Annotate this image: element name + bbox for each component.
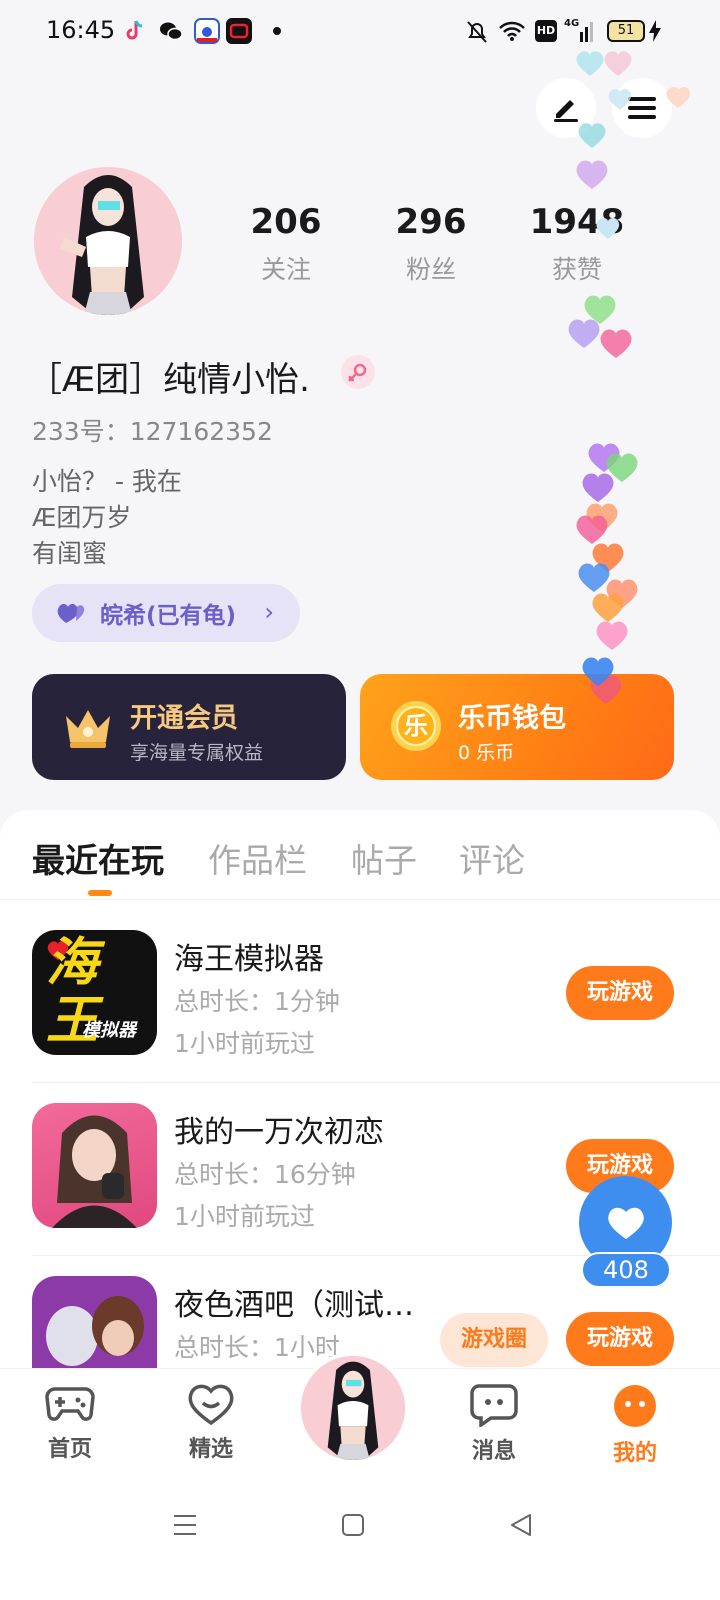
tiktok-icon xyxy=(122,18,148,44)
tab-posts[interactable]: 帖子 xyxy=(351,834,417,882)
stat-label: 关注 xyxy=(260,255,311,284)
nav-home[interactable]: 首页 xyxy=(20,1383,120,1463)
profile-tabs: 最近在玩 作品栏 帖子 评论 xyxy=(0,810,720,900)
game-row[interactable]: 海王 模拟器 海王模拟器 总时长：1分钟 1小时前玩过 玩游戏 xyxy=(0,910,720,1083)
game-duration: 总时长：1小时 xyxy=(174,1333,340,1362)
stat-label: 获赞 xyxy=(551,255,602,284)
message-icon xyxy=(470,1384,518,1429)
stat-followers[interactable]: 296 粉丝 xyxy=(376,202,486,286)
vip-subtitle: 享海量专属权益 xyxy=(130,742,264,764)
double-heart-icon xyxy=(57,603,85,623)
chevron-right-icon: › xyxy=(264,598,274,626)
profile-avatar[interactable] xyxy=(34,167,182,315)
gamepad-icon xyxy=(45,1387,95,1421)
vip-title: 开通会员 xyxy=(130,703,238,734)
anime-woman-illustration xyxy=(52,1115,137,1228)
tab-indicator xyxy=(88,890,112,896)
network-type: 4G xyxy=(564,18,580,29)
profile-uid: 233号：127162352 xyxy=(32,417,273,446)
nav-me[interactable]: 我的 xyxy=(585,1383,685,1467)
heart-icon xyxy=(607,1207,644,1239)
nav-label: 首页 xyxy=(47,1437,92,1462)
game-title: 夜色酒吧（测试… xyxy=(174,1288,414,1323)
status-time: 16:45 xyxy=(46,16,116,44)
vip-membership-card[interactable]: 开通会员 享海量专属权益 xyxy=(32,674,346,780)
wechat-icon xyxy=(158,18,184,44)
game-icon-first-love xyxy=(32,1103,157,1228)
bio-line: 小怡？ - 我在 xyxy=(32,467,182,496)
nav-label: 我的 xyxy=(612,1441,657,1466)
game-title: 我的一万次初恋 xyxy=(174,1115,384,1150)
hd-icon: HD xyxy=(535,20,557,42)
game-icon-subtext: 模拟器 xyxy=(82,1020,136,1041)
floating-heart-decoration xyxy=(576,160,620,239)
game-title: 海王模拟器 xyxy=(174,942,324,977)
play-game-button[interactable]: 玩游戏 xyxy=(566,966,674,1020)
video-app-icon xyxy=(226,18,252,44)
tab-works[interactable]: 作品栏 xyxy=(208,834,307,882)
coin-char: 乐 xyxy=(404,712,428,740)
cp-chip-label: 皖希(已有龟) xyxy=(100,603,237,629)
nav-center-avatar[interactable] xyxy=(297,1352,409,1464)
nav-label: 消息 xyxy=(471,1439,516,1464)
nav-label: 精选 xyxy=(188,1437,233,1462)
home-square-icon[interactable] xyxy=(341,1512,365,1538)
bio-line: Æ团万岁 xyxy=(32,503,132,532)
anime-girl-avatar-illustration xyxy=(301,1356,405,1460)
game-duration: 总时长：16分钟 xyxy=(174,1160,356,1189)
system-navigation-bar xyxy=(0,1480,720,1600)
stat-value: 206 xyxy=(250,202,322,242)
stat-label: 粉丝 xyxy=(405,255,456,284)
game-duration: 总时长：1分钟 xyxy=(174,987,340,1016)
baidu-icon xyxy=(194,18,220,44)
profile-face-icon xyxy=(614,1385,656,1427)
floating-heart-decoration xyxy=(568,295,632,358)
recent-apps-icon[interactable] xyxy=(172,1512,198,1538)
stat-following[interactable]: 206 关注 xyxy=(231,202,341,286)
game-last-played: 1小时前玩过 xyxy=(174,1029,315,1058)
bio-line: 有闺蜜 xyxy=(32,539,108,568)
game-last-played: 1小时前玩过 xyxy=(174,1202,315,1231)
wallet-title: 乐币钱包 xyxy=(458,703,566,734)
like-count-badge: 408 xyxy=(581,1252,671,1288)
back-triangle-icon[interactable] xyxy=(508,1512,534,1538)
wifi-icon xyxy=(498,20,526,46)
mute-bell-icon xyxy=(466,20,488,48)
anime-girl-avatar-illustration xyxy=(34,167,182,315)
tab-comments[interactable]: 评论 xyxy=(459,834,525,882)
cp-relationship-chip[interactable]: 皖希(已有龟) › xyxy=(32,584,300,642)
profile-nickname: ［Æ团］纯情小怡. xyxy=(28,360,310,400)
nav-messages[interactable]: 消息 xyxy=(444,1383,544,1465)
wallet-subtitle: 0 乐币 xyxy=(458,742,515,764)
play-game-button[interactable]: 玩游戏 xyxy=(566,1312,674,1366)
stat-value: 296 xyxy=(395,202,467,242)
female-gender-icon xyxy=(341,355,375,389)
game-circle-button[interactable]: 游戏圈 xyxy=(440,1313,548,1367)
crown-icon xyxy=(66,710,110,748)
notification-dot xyxy=(273,27,281,35)
nav-featured[interactable]: 精选 xyxy=(161,1383,261,1463)
tab-recently-played[interactable]: 最近在玩 xyxy=(32,834,164,882)
game-icon-haiwang: 海王 模拟器 xyxy=(32,930,157,1055)
heart-chat-icon xyxy=(188,1384,234,1426)
floating-hearts-stream-decoration xyxy=(576,443,638,704)
